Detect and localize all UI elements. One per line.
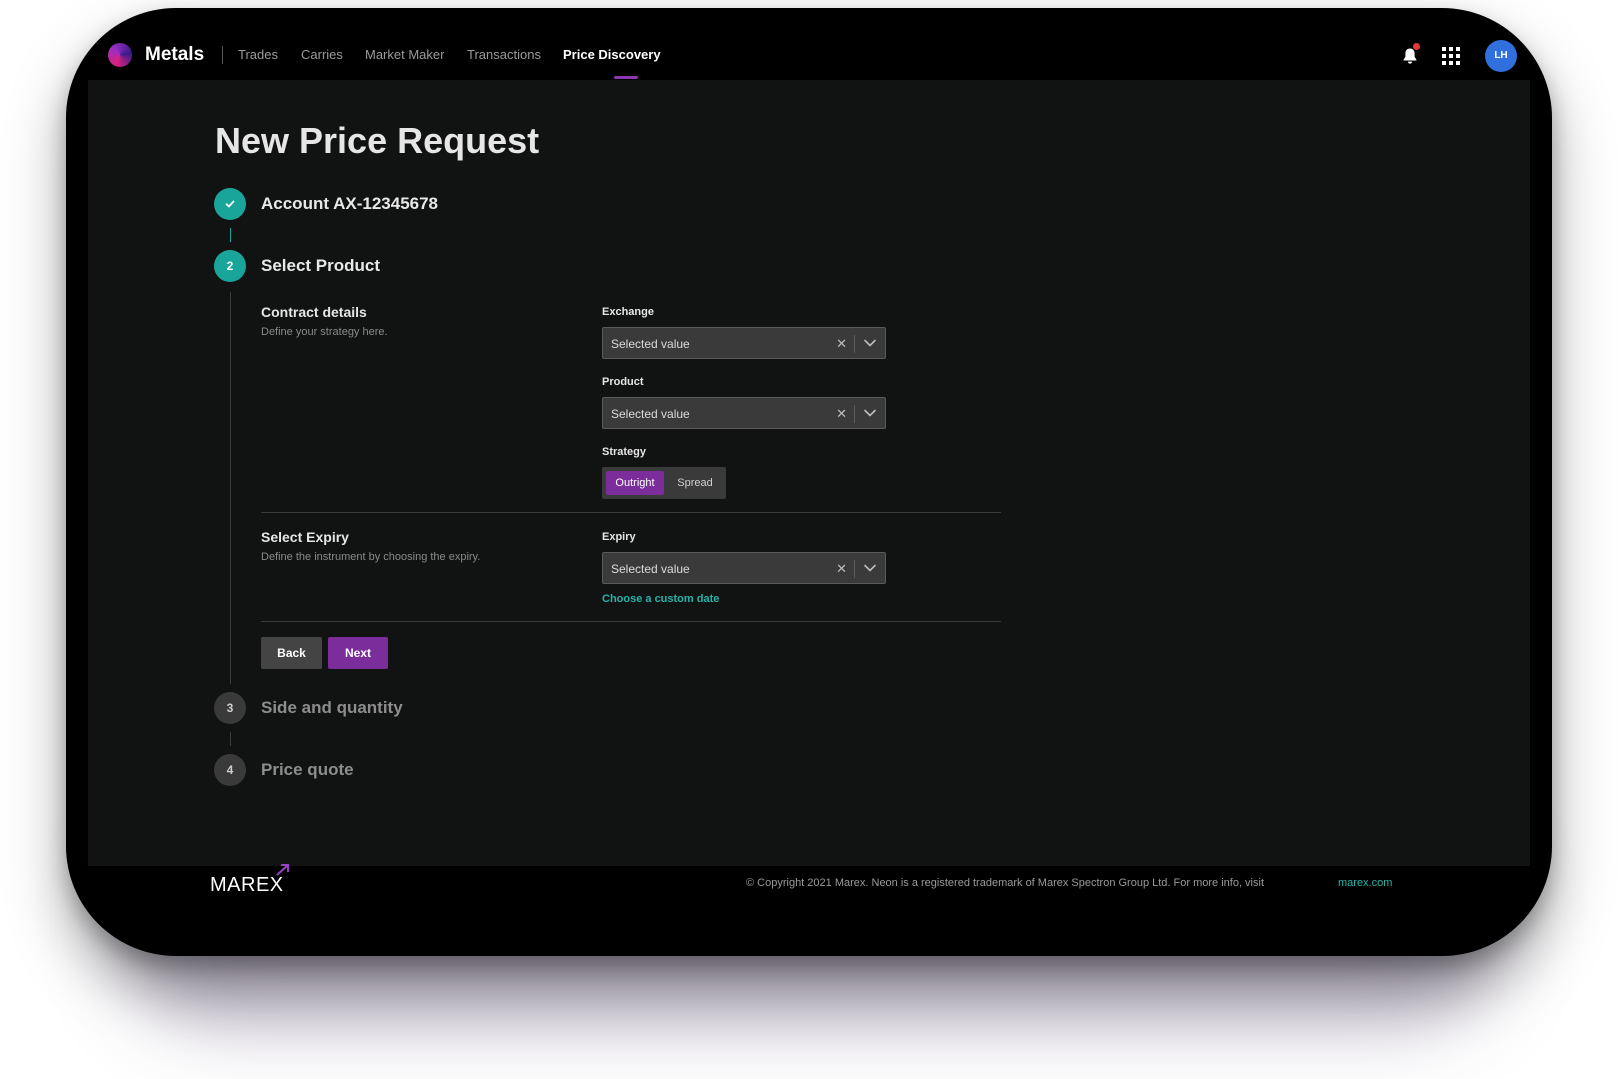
clear-icon[interactable]: ✕ — [836, 336, 847, 352]
product-label: Product — [602, 376, 644, 388]
step-4-title: Price quote — [261, 760, 354, 779]
select-separator — [854, 560, 855, 578]
select-expiry-desc: Define the instrument by choosing the ex… — [261, 551, 481, 563]
exchange-select-value: Selected value — [611, 337, 690, 351]
footer-marex-link[interactable]: marex.com — [1338, 876, 1392, 890]
step-1-title[interactable]: Account AX-12345678 — [261, 193, 438, 215]
main-panel: New Price Request Account AX-12345678 2 … — [88, 80, 1530, 866]
contract-details-title: Contract details — [261, 304, 367, 320]
expiry-select-value: Selected value — [611, 562, 690, 576]
active-nav-indicator — [614, 76, 638, 79]
step-connector — [230, 732, 231, 746]
page-title: New Price Request — [215, 120, 540, 161]
nav-price-discovery[interactable]: Price Discovery — [563, 46, 661, 64]
step-3-title: Side and quantity — [261, 698, 403, 717]
step-3-number: 3 — [214, 692, 246, 724]
exchange-label: Exchange — [602, 306, 654, 318]
user-avatar[interactable]: LH — [1485, 40, 1517, 72]
strategy-label: Strategy — [602, 446, 647, 458]
step-4-number: 4 — [214, 754, 246, 786]
apps-grid-icon[interactable] — [1442, 47, 1460, 65]
strategy-outright-button[interactable]: Outright — [606, 471, 664, 495]
next-button[interactable]: Next — [328, 637, 388, 669]
exchange-select[interactable]: Selected value ✕ — [602, 327, 886, 359]
custom-date-link[interactable]: Choose a custom date — [602, 592, 719, 606]
nav-transactions[interactable]: Transactions — [467, 46, 541, 64]
nav-carries[interactable]: Carries — [301, 46, 343, 64]
select-expiry-title: Select Expiry — [261, 529, 349, 545]
nav-market-maker[interactable]: Market Maker — [365, 46, 444, 64]
clear-icon[interactable]: ✕ — [836, 561, 847, 577]
strategy-toggle: Outright Spread — [602, 467, 726, 499]
select-separator — [854, 405, 855, 423]
nav-trades[interactable]: Trades — [238, 46, 278, 64]
expiry-select[interactable]: Selected value ✕ — [602, 552, 886, 584]
brand-divider — [222, 46, 223, 64]
back-button[interactable]: Back — [261, 637, 322, 669]
footer-copyright: © Copyright 2021 Marex. Neon is a regist… — [746, 877, 1264, 889]
product-select-value: Selected value — [611, 407, 690, 421]
device-frame: Metals Trades Carries Market Maker Trans… — [66, 8, 1552, 956]
select-separator — [854, 335, 855, 353]
marex-logo[interactable]: MAREX — [210, 874, 284, 896]
strategy-spread-button[interactable]: Spread — [668, 471, 722, 495]
step-1-check-icon — [214, 188, 246, 220]
step-2-title: Select Product — [261, 256, 381, 275]
step-2-number: 2 — [214, 250, 246, 282]
top-navigation: Metals Trades Carries Market Maker Trans… — [66, 8, 1552, 80]
section-divider — [261, 621, 1001, 622]
contract-details-desc: Define your strategy here. — [261, 326, 388, 338]
chevron-down-icon[interactable] — [863, 408, 877, 418]
chevron-down-icon[interactable] — [863, 338, 877, 348]
expiry-label: Expiry — [602, 531, 636, 543]
step-2-content-line — [230, 292, 231, 684]
product-select[interactable]: Selected value ✕ — [602, 397, 886, 429]
app-name[interactable]: Metals — [145, 43, 204, 67]
clear-icon[interactable]: ✕ — [836, 406, 847, 422]
metals-logo-icon[interactable] — [108, 43, 132, 67]
notification-dot — [1413, 43, 1420, 50]
step-connector — [230, 228, 231, 242]
chevron-down-icon[interactable] — [863, 563, 877, 573]
marex-arrow-icon — [276, 864, 289, 876]
section-divider — [261, 512, 1001, 513]
